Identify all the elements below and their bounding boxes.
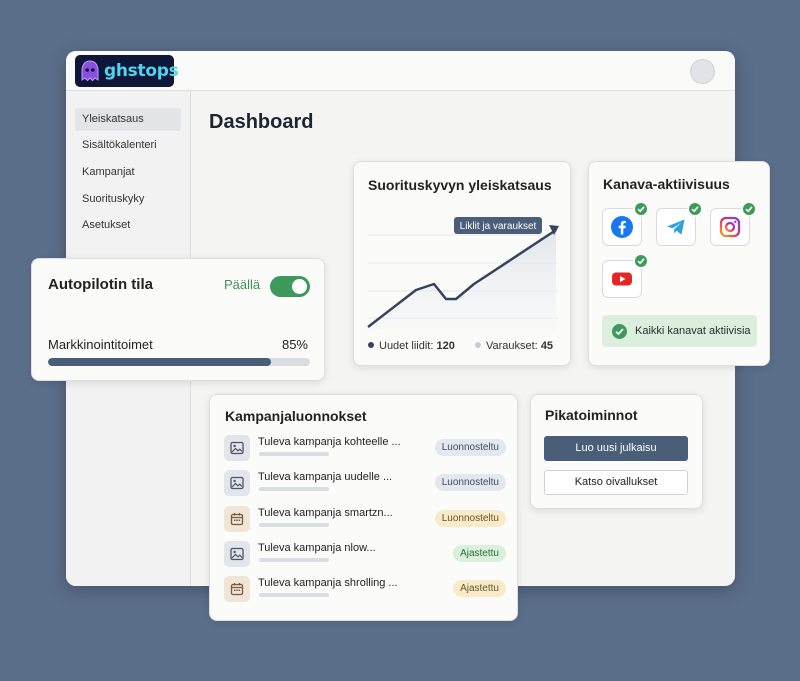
campaign-drafts-title: Kampanjaluonnokset bbox=[225, 408, 367, 424]
list-item[interactable]: Tuleva kampanja kohteelle ... Luonnostel… bbox=[224, 435, 506, 465]
image-icon bbox=[224, 541, 250, 567]
legend-bookings-label: Varaukset: bbox=[485, 340, 538, 352]
channel-facebook[interactable] bbox=[602, 201, 649, 246]
autopilot-card: Autopilotin tila Päällä Markkinointitoim… bbox=[31, 258, 325, 381]
draft-placeholder-line bbox=[259, 558, 329, 562]
sidebar-item-kampanjat[interactable]: Kampanjat bbox=[75, 161, 181, 184]
logo-text: ghstops bbox=[104, 61, 179, 81]
ghost-logo-icon bbox=[79, 59, 101, 83]
chart-legend: Uudet liidit: 120 Varaukset: 45 bbox=[368, 340, 553, 352]
progress-bar bbox=[48, 358, 310, 366]
view-insights-button[interactable]: Katso oivallukset bbox=[544, 470, 688, 495]
sidebar-item-sisaltokalenteri[interactable]: Sisältökalenteri bbox=[75, 134, 181, 157]
status-badge: Luonnosteltu bbox=[434, 439, 506, 456]
leads-area bbox=[368, 230, 556, 330]
campaign-drafts-card: Kampanjaluonnokset Tuleva kampanja kohte… bbox=[209, 394, 518, 621]
progress-value: 85% bbox=[281, 337, 308, 352]
sidebar-item-suorituskyky[interactable]: Suorituskyky bbox=[75, 188, 181, 211]
list-item[interactable]: Tuleva kampanja smartzn... Luonnosteltu bbox=[224, 506, 506, 536]
draft-title: Tuleva kampanja nlow... bbox=[258, 542, 376, 554]
autopilot-title: Autopilotin tila bbox=[48, 276, 153, 293]
page-title: Dashboard bbox=[209, 111, 314, 133]
status-badge: Ajastettu bbox=[453, 545, 506, 562]
channel-youtube[interactable] bbox=[602, 253, 649, 298]
channel-activity-title: Kanava-aktiivisuus bbox=[603, 176, 730, 192]
draft-title: Tuleva kampanja uudelle ... bbox=[258, 471, 393, 483]
quick-actions-title: Pikatoiminnot bbox=[545, 407, 638, 423]
sidebar-item-asetukset[interactable]: Asetukset bbox=[75, 214, 181, 237]
legend-leads-value: 120 bbox=[436, 340, 455, 352]
list-item[interactable]: Tuleva kampanja uudelle ... Luonnosteltu bbox=[224, 470, 506, 500]
youtube-icon bbox=[612, 272, 632, 286]
legend-dot-bookings bbox=[474, 342, 481, 349]
check-icon bbox=[633, 201, 649, 217]
calendar-icon bbox=[224, 576, 250, 602]
status-badge: Luonnosteltu bbox=[434, 474, 506, 491]
performance-chart: Liklit ja varaukset bbox=[367, 217, 559, 330]
quick-actions-card: Pikatoiminnot Luo uusi julkaisu Katso oi… bbox=[530, 394, 703, 509]
telegram-icon bbox=[667, 219, 685, 235]
draft-title: Tuleva kampanja shrolling ... bbox=[258, 577, 398, 589]
calendar-icon bbox=[224, 506, 250, 532]
check-icon bbox=[633, 253, 649, 269]
draft-title: Tuleva kampanja smartzn... bbox=[258, 507, 393, 519]
channels-status-text: Kaikki kanavat aktiivisia bbox=[635, 325, 751, 337]
autopilot-status-label: Päällä bbox=[224, 277, 261, 292]
image-icon bbox=[224, 470, 250, 496]
status-badge: Luonnosteltu bbox=[434, 510, 506, 527]
channel-telegram[interactable] bbox=[656, 201, 703, 246]
draft-placeholder-line bbox=[259, 523, 329, 527]
list-item[interactable]: Tuleva kampanja nlow... Ajastettu bbox=[224, 541, 506, 571]
instagram-icon bbox=[719, 216, 741, 238]
create-post-button[interactable]: Luo uusi julkaisu bbox=[544, 436, 688, 461]
channel-instagram[interactable] bbox=[710, 201, 757, 246]
legend-leads-label: Uudet liidit: bbox=[379, 340, 434, 352]
draft-placeholder-line bbox=[259, 593, 329, 597]
draft-title: Tuleva kampanja kohteelle ... bbox=[258, 436, 401, 448]
user-avatar[interactable] bbox=[690, 59, 715, 84]
toggle-knob bbox=[292, 279, 307, 294]
brand-logo[interactable]: ghstops bbox=[75, 55, 179, 87]
status-badge: Ajastettu bbox=[453, 580, 506, 597]
sidebar-item-yleiskatsaus[interactable]: Yleiskatsaus bbox=[75, 108, 181, 131]
progress-bar-fill bbox=[48, 358, 271, 366]
list-item[interactable]: Tuleva kampanja shrolling ... Ajastettu bbox=[224, 576, 506, 606]
check-icon bbox=[687, 201, 703, 217]
draft-placeholder-line bbox=[259, 452, 329, 456]
chart-tooltip-text: Liklit ja varaukset bbox=[460, 221, 537, 232]
draft-placeholder-line bbox=[259, 487, 329, 491]
channels-status-banner: Kaikki kanavat aktiivisia bbox=[602, 315, 757, 347]
legend-dot-leads bbox=[368, 342, 374, 349]
legend-bookings-value: 45 bbox=[540, 340, 554, 352]
check-icon bbox=[741, 201, 757, 217]
facebook-icon bbox=[611, 216, 633, 238]
progress-label: Markkinointitoimet bbox=[48, 337, 153, 352]
check-circle-icon bbox=[612, 323, 627, 339]
channel-activity-card: Kanava-aktiivisuus Kaikki kanavat aktiiv… bbox=[588, 161, 770, 366]
top-bar: ghstops bbox=[66, 51, 735, 91]
image-icon bbox=[224, 435, 250, 461]
autopilot-toggle[interactable] bbox=[270, 276, 310, 297]
performance-card: Suorituskyvyn yleiskatsaus Liklit ja var… bbox=[353, 161, 571, 366]
performance-title: Suorituskyvyn yleiskatsaus bbox=[368, 177, 552, 193]
